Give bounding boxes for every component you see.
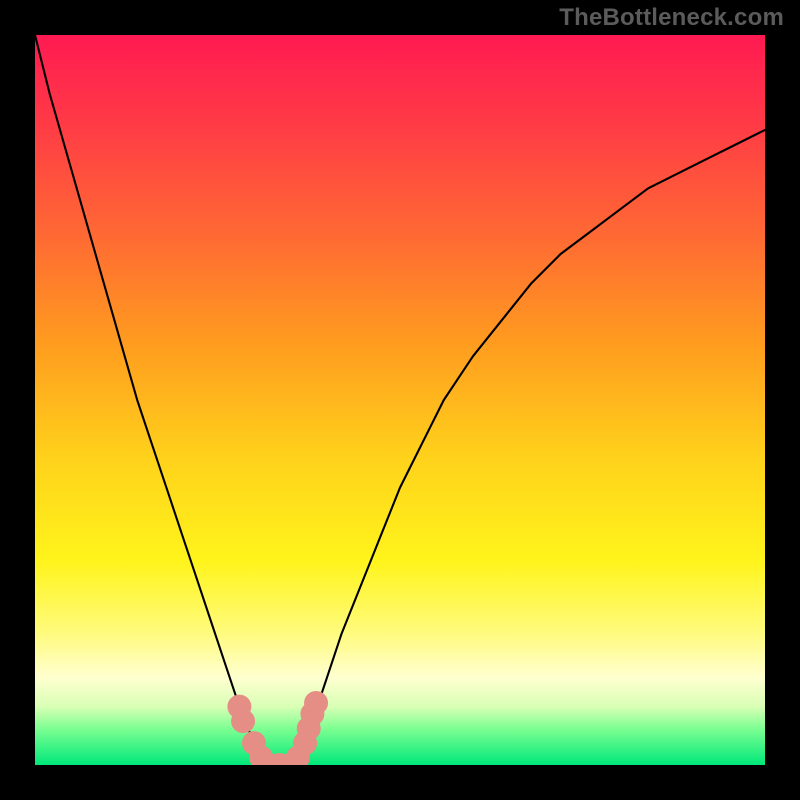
watermark-label: TheBottleneck.com	[559, 4, 784, 32]
chart-plot-area	[35, 35, 765, 765]
bottleneck-curve	[35, 35, 765, 765]
highlight-marker	[231, 709, 255, 733]
highlight-marker	[304, 691, 328, 715]
chart-svg	[35, 35, 765, 765]
